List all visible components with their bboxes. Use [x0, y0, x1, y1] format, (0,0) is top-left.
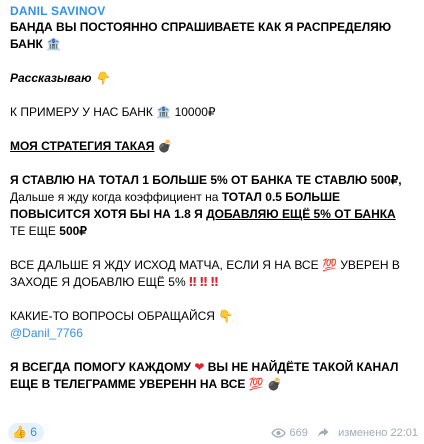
message-line-6: Я СТАВЛЮ НА ТОТАЛ 1 БОЛЬШЕ 5% ОТ БАНКА Т… — [10, 173, 402, 187]
reaction-count: 6 — [30, 425, 37, 439]
username-link[interactable]: @Danil_7766 — [10, 325, 414, 342]
message-meta: 669 изменено 22:01 — [271, 426, 418, 440]
heart-icon: ❤ — [194, 360, 205, 374]
views-icon — [271, 427, 287, 439]
channel-message: DANIL SAVINOV БАНДА ВЫ ПОСТОЯННО СПРАШИВ… — [0, 0, 424, 444]
message-line-7: Дальше я жду когда коэффициент на ТОТАЛ … — [10, 190, 341, 204]
message-footer: 👍 6 669 изменено 22:01 — [0, 421, 424, 444]
bank-icon: 🏦 — [156, 105, 172, 119]
double-exclamation-icon: ‼ — [199, 275, 208, 289]
thumbs-up-icon: 👍 — [12, 425, 27, 439]
message-line-1: БАНДА ВЫ ПОСТОЯННО СПРАШИВАЕТЕ КАК Я РАС… — [10, 20, 392, 34]
views-count: 669 — [289, 427, 308, 439]
message-author[interactable]: DANIL SAVINOV — [10, 3, 414, 19]
bomb-icon: 💣 — [157, 139, 173, 153]
point-down-icon: 👇 — [218, 309, 234, 323]
share-icon[interactable] — [317, 427, 329, 439]
hundred-icon: 💯 — [248, 377, 264, 391]
message-line-15: ЕЩЕ В ТЕЛЕГРАММЕ УВЕРЕНН НА ВСЕ 💯 💣 — [10, 377, 283, 391]
double-exclamation-icon: ‼ — [210, 275, 219, 289]
message-line-8: ПОВЫСИТСЯ ХОТЯ БЫ НА 1.8 Я ДОБАВЛЯЮ ЕЩЁ … — [10, 207, 396, 221]
message-line-2: БАНК 🏦 — [10, 37, 62, 51]
message-line-9: ТЕ ЕЩЕ 500₽ — [10, 224, 87, 238]
edited-timestamp: изменено 22:01 — [338, 427, 418, 439]
message-line-3: Рассказываю 👇 — [10, 71, 110, 85]
message-line-12: КАКИЕ-ТО ВОПРОСЫ ОБРАЩАЙСЯ 👇 — [10, 309, 234, 323]
hundred-icon: 💯 — [321, 258, 337, 272]
message-line-10: ВСЕ ДАЛЬШЕ Я ЖДУ ИСХОД МАТЧА, ЕСЛИ Я НА … — [10, 258, 400, 272]
message-line-11: ЗАХОДЕ Я ДОБАВЛЮ ЕЩЁ 5% ‼ ‼ ‼ — [10, 275, 219, 289]
message-line-14: Я ВСЕГДА ПОМОГУ КАЖДОМУ ❤ ВЫ НЕ НАЙДЁТЕ … — [10, 360, 399, 374]
reaction-button[interactable]: 👍 6 — [8, 423, 44, 442]
double-exclamation-icon: ‼ — [188, 275, 197, 289]
message-line-5: МОЯ СТРАТЕГИЯ ТАКАЯ 💣 — [10, 139, 173, 153]
point-down-icon: 👇 — [94, 71, 110, 85]
bomb-icon: 💣 — [267, 377, 283, 391]
message-line-4: К ПРИМЕРУ У НАС БАНК 🏦 10000₽ — [10, 105, 216, 119]
bank-icon: 🏦 — [46, 37, 62, 51]
